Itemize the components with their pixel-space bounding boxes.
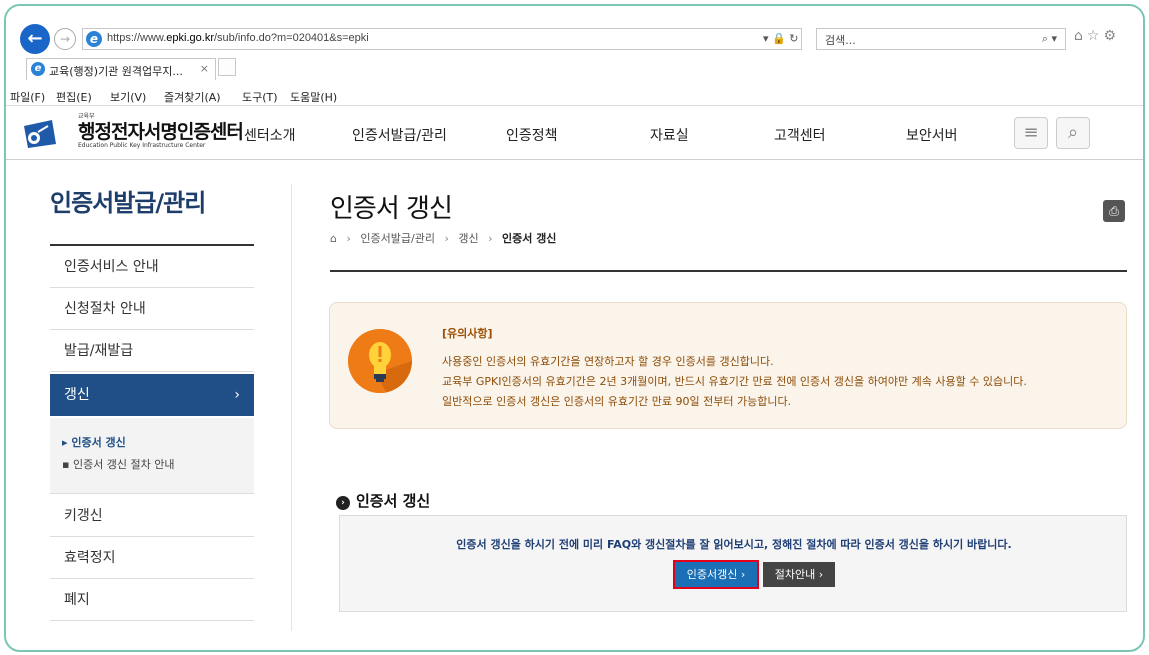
gnb-cert-issue[interactable]: 인증서발급/관리 xyxy=(352,125,447,145)
sidebar-item-label: 갱신 xyxy=(64,387,90,403)
logo-title[interactable]: 행정전자서명인증센터 xyxy=(78,117,244,144)
home-star-gear-icons[interactable]: ⌂☆⚙ xyxy=(1074,28,1120,44)
menu-bar: 파일(F) 편집(E) 보기(V) 즐겨찾기(A) 도구(T) 도움말(H) xyxy=(6,86,1143,106)
breadcrumb-separator: › xyxy=(444,232,449,245)
menu-icon[interactable]: ≡ xyxy=(1014,117,1048,149)
page-title: 인증서 갱신 xyxy=(330,194,453,224)
notice-line: 일반적으로 인증서 갱신은 인증서의 유효기간 만료 90일 전부터 가능합니다… xyxy=(442,395,792,408)
search-placeholder: 검색... xyxy=(825,34,856,47)
site-header: 교육부 행정전자서명인증센터 Education Public Key Infr… xyxy=(6,106,1143,160)
tab-ie-icon: e xyxy=(31,62,45,76)
submenu-renewal-procedure[interactable]: ▪ 인증서 갱신 절차 안내 xyxy=(62,456,175,472)
sidebar-item-procedure-guide[interactable]: 신청절차 안내 xyxy=(50,288,254,330)
ie-icon: e xyxy=(86,31,102,47)
notice-line: 교육부 GPKI인증서의 유효기간은 2년 3개월이며, 반드시 유효기간 만료… xyxy=(442,375,1027,388)
sidebar-item-label: 신청절차 안내 xyxy=(64,301,146,317)
menu-edit[interactable]: 편집(E) xyxy=(56,89,92,105)
close-icon[interactable]: × xyxy=(200,62,209,75)
gnb-library[interactable]: 자료실 xyxy=(650,125,689,145)
notice-box: [유의사항] 사용중인 인증서의 유효기간을 연장하고자 할 경우 인증서를 갱… xyxy=(329,302,1127,429)
url-text[interactable]: https://www.epki.go.kr/sub/info.do?m=020… xyxy=(107,32,369,44)
sidebar-item-key-renewal[interactable]: 키갱신 xyxy=(50,495,254,537)
column-divider xyxy=(291,184,292,631)
section-title: 인증서 갱신 xyxy=(356,492,431,510)
breadcrumb-current: 인증서 갱신 xyxy=(502,232,557,245)
url-tools-icons[interactable]: ▾ 🔒 ↻ xyxy=(763,32,798,45)
tab-strip: e 교육(행정)기관 원격업무지... × xyxy=(6,58,1143,84)
search-icon[interactable]: ⌕ ▾ xyxy=(1042,32,1057,46)
menu-file[interactable]: 파일(F) xyxy=(10,89,45,105)
address-bar[interactable]: e https://www.epki.go.kr/sub/info.do?m=0… xyxy=(82,28,802,50)
sidebar-submenu: ▸ 인증서 갱신 ▪ 인증서 갱신 절차 안내 xyxy=(50,418,254,494)
notice-title: [유의사항] xyxy=(442,327,493,340)
sidebar-item-label: 인증서비스 안내 xyxy=(64,259,159,275)
renewal-instructions: 인증서 갱신을 하시기 전에 미리 FAQ와 갱신절차를 잘 읽어보시고, 정해… xyxy=(456,538,1012,551)
sidebar-item-label: 키갱신 xyxy=(64,508,103,524)
gnb-security-server[interactable]: 보안서버 xyxy=(906,125,958,145)
sidebar-item-revocation[interactable]: 폐지 xyxy=(50,579,254,621)
menu-favorites[interactable]: 즐겨찾기(A) xyxy=(164,89,221,105)
title-divider xyxy=(330,270,1127,272)
menu-help[interactable]: 도움말(H) xyxy=(290,89,337,105)
gnb-center-intro[interactable]: 센터소개 xyxy=(244,125,296,145)
home-icon[interactable]: ⌂ xyxy=(330,232,337,245)
sidebar-item-label: 발급/재발급 xyxy=(64,343,134,359)
sidebar-item-renewal[interactable]: 갱신 › xyxy=(50,374,254,416)
cert-renewal-button[interactable]: 인증서갱신 › xyxy=(673,560,759,589)
gnb-customer-center[interactable]: 고객센터 xyxy=(774,125,826,145)
section-heading: › 인증서 갱신 xyxy=(336,490,430,511)
browser-search-box[interactable]: 검색... ⌕ ▾ xyxy=(816,28,1066,50)
logo-subtitle: Education Public Key Infrastructure Cent… xyxy=(78,142,206,149)
breadcrumb-separator: › xyxy=(346,232,351,245)
search-icon[interactable]: ⌕ xyxy=(1056,117,1090,149)
sidebar-item-service-guide[interactable]: 인증서비스 안내 xyxy=(50,246,254,288)
breadcrumb-item[interactable]: 갱신 xyxy=(458,232,478,245)
lightbulb-icon xyxy=(348,329,412,393)
procedure-guide-button[interactable]: 절차안내 › xyxy=(763,562,835,587)
screenshot-frame: ← → e https://www.epki.go.kr/sub/info.do… xyxy=(4,4,1145,652)
menu-view[interactable]: 보기(V) xyxy=(110,89,146,105)
breadcrumb-item[interactable]: 인증서발급/관리 xyxy=(360,232,435,245)
browser-tab[interactable]: e 교육(행정)기관 원격업무지... × xyxy=(26,58,216,80)
chevron-right-icon: › xyxy=(234,387,240,403)
breadcrumb-separator: › xyxy=(488,232,493,245)
sidebar-item-suspension[interactable]: 효력정지 xyxy=(50,537,254,579)
menu-tools[interactable]: 도구(T) xyxy=(242,89,278,105)
forward-button[interactable]: → xyxy=(54,28,76,50)
sidebar-item-label: 효력정지 xyxy=(64,550,116,566)
notice-line: 사용중인 인증서의 유효기간을 연장하고자 할 경우 인증서를 갱신합니다. xyxy=(442,355,774,368)
renewal-action-box: 인증서 갱신을 하시기 전에 미리 FAQ와 갱신절차를 잘 읽어보시고, 정해… xyxy=(339,515,1127,612)
breadcrumb: ⌂ › 인증서발급/관리 › 갱신 › 인증서 갱신 xyxy=(330,230,556,246)
gnb-cert-policy[interactable]: 인증정책 xyxy=(506,125,558,145)
sidebar-item-issue-reissue[interactable]: 발급/재발급 xyxy=(50,330,254,372)
epki-logo-icon[interactable] xyxy=(24,120,56,148)
sidebar-item-label: 폐지 xyxy=(64,592,90,608)
print-icon[interactable]: ⎙ xyxy=(1103,200,1125,222)
sidebar-title: 인증서발급/관리 xyxy=(50,189,206,217)
new-tab-button[interactable] xyxy=(218,58,236,76)
submenu-cert-renewal[interactable]: ▸ 인증서 갱신 xyxy=(62,434,126,450)
circle-arrow-icon: › xyxy=(336,496,350,510)
back-button[interactable]: ← xyxy=(20,24,50,54)
browser-chrome: ← → e https://www.epki.go.kr/sub/info.do… xyxy=(6,6,1143,106)
tab-title: 교육(행정)기관 원격업무지... xyxy=(49,65,183,78)
